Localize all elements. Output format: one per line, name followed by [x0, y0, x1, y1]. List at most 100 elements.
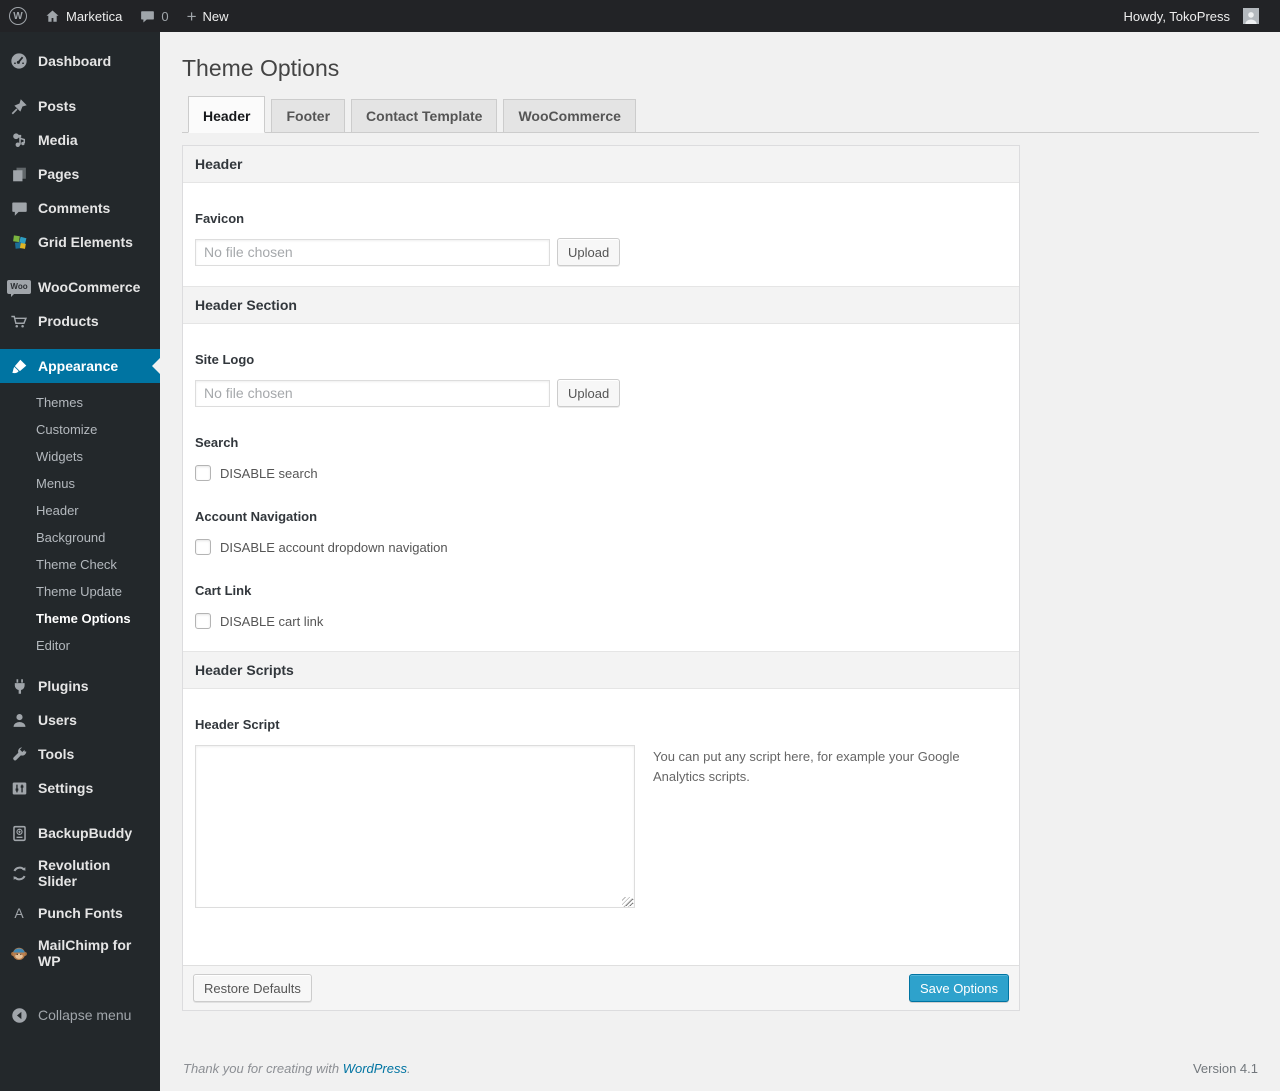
avatar — [1243, 8, 1259, 24]
sidebar-item-settings[interactable]: Settings — [0, 771, 160, 805]
disable-cart-link-checkbox[interactable] — [195, 613, 211, 629]
collapse-menu-button[interactable]: Collapse menu — [0, 998, 160, 1032]
site-logo-upload-button[interactable]: Upload — [557, 379, 621, 407]
favicon-file-input[interactable] — [195, 238, 550, 266]
sidebar-item-products[interactable]: Products — [0, 304, 160, 338]
collapse-menu-label: Collapse menu — [38, 1007, 132, 1023]
comments-icon — [9, 198, 29, 218]
collapse-arrow-icon — [9, 1005, 29, 1025]
woo-badge-label: Woo — [7, 280, 31, 297]
site-link[interactable]: Marketica — [36, 0, 131, 32]
admin-menu: Dashboard Posts Media Pages Comments Gri… — [0, 32, 160, 1091]
backupbuddy-icon — [9, 823, 29, 843]
submenu-item-theme-update[interactable]: Theme Update — [0, 578, 160, 605]
page-footer: Thank you for creating with WordPress. V… — [182, 1061, 1258, 1076]
sidebar-item-label: Appearance — [38, 358, 119, 374]
sidebar-item-users[interactable]: Users — [0, 703, 160, 737]
sidebar-item-posts[interactable]: Posts — [0, 89, 160, 123]
sidebar-item-label: Settings — [38, 780, 94, 796]
admin-bar-left: W Marketica 0 + New — [0, 0, 238, 32]
plus-icon: + — [186, 6, 197, 26]
sidebar-item-revolution-slider[interactable]: Revolution Slider — [0, 850, 160, 896]
submenu-item-header[interactable]: Header — [0, 497, 160, 524]
tab-woocommerce[interactable]: WooCommerce — [503, 99, 636, 132]
settings-icon — [9, 778, 29, 798]
thanks-prefix: Thank you for creating with — [183, 1061, 340, 1076]
search-field: Search DISABLE search — [183, 435, 1019, 481]
media-icon — [9, 130, 29, 150]
tab-header[interactable]: Header — [188, 96, 266, 133]
sidebar-item-label: Pages — [38, 166, 80, 182]
new-label: New — [202, 8, 229, 24]
disable-search-label: DISABLE search — [220, 465, 318, 481]
submenu-item-widgets[interactable]: Widgets — [0, 443, 160, 470]
home-icon — [45, 9, 60, 24]
sidebar-item-label: Posts — [38, 98, 77, 114]
account-navigation-field: Account Navigation DISABLE account dropd… — [183, 509, 1019, 555]
site-logo-field: Site Logo Upload — [183, 352, 1019, 407]
wp-logo-menu[interactable]: W — [0, 0, 36, 32]
letter-a-glyph: A — [14, 905, 24, 921]
submenu-item-menus[interactable]: Menus — [0, 470, 160, 497]
pages-icon — [9, 164, 29, 184]
sidebar-item-label: Users — [38, 712, 77, 728]
thanks-suffix: . — [407, 1061, 411, 1076]
site-logo-file-input[interactable] — [195, 379, 550, 407]
sidebar-item-label: Comments — [38, 200, 111, 216]
revolution-slider-icon — [9, 863, 29, 883]
sidebar-item-comments[interactable]: Comments — [0, 191, 160, 225]
submenu-item-background[interactable]: Background — [0, 524, 160, 551]
sidebar-item-media[interactable]: Media — [0, 123, 160, 157]
pushpin-icon — [9, 96, 29, 116]
my-account-menu[interactable]: Howdy, TokoPress — [1115, 0, 1268, 32]
disable-search-checkbox[interactable] — [195, 465, 211, 481]
new-content-menu[interactable]: + New — [178, 0, 238, 32]
sidebar-item-punch-fonts[interactable]: A Punch Fonts — [0, 896, 160, 930]
sidebar-item-appearance[interactable]: Appearance — [0, 349, 160, 383]
dashboard-icon — [9, 51, 29, 71]
disable-account-nav-label: DISABLE account dropdown navigation — [220, 539, 448, 555]
tab-footer[interactable]: Footer — [271, 99, 346, 132]
submenu-item-editor[interactable]: Editor — [0, 632, 160, 659]
sidebar-item-label: Punch Fonts — [38, 905, 123, 921]
search-label: Search — [195, 435, 239, 450]
submenu-item-themes[interactable]: Themes — [0, 389, 160, 416]
comments-shortcut[interactable]: 0 — [131, 0, 177, 32]
sidebar-item-label: Products — [38, 313, 99, 329]
sidebar-item-woocommerce[interactable]: Woo WooCommerce — [0, 270, 160, 304]
grid-elements-icon — [9, 232, 29, 252]
page-title: Theme Options — [182, 55, 340, 81]
sidebar-item-label: Plugins — [38, 678, 89, 694]
favicon-upload-button[interactable]: Upload — [557, 238, 621, 266]
tab-contact-template[interactable]: Contact Template — [351, 99, 498, 132]
account-navigation-label: Account Navigation — [195, 509, 318, 524]
cart-icon — [9, 311, 29, 331]
sidebar-item-grid-elements[interactable]: Grid Elements — [0, 225, 160, 259]
submenu-item-theme-check[interactable]: Theme Check — [0, 551, 160, 578]
restore-defaults-button[interactable]: Restore Defaults — [193, 974, 312, 1002]
sidebar-item-pages[interactable]: Pages — [0, 157, 160, 191]
menu-separator — [0, 78, 160, 89]
submenu-item-customize[interactable]: Customize — [0, 416, 160, 443]
cart-link-field: Cart Link DISABLE cart link — [183, 583, 1019, 629]
sidebar-item-dashboard[interactable]: Dashboard — [0, 44, 160, 78]
sidebar-item-label: WooCommerce — [38, 279, 141, 295]
sidebar-item-tools[interactable]: Tools — [0, 737, 160, 771]
sidebar-item-label: Dashboard — [38, 53, 112, 69]
woocommerce-icon: Woo — [7, 277, 31, 297]
wordpress-link[interactable]: WordPress — [343, 1061, 407, 1076]
wordpress-logo-icon: W — [9, 7, 27, 25]
submenu-item-theme-options[interactable]: Theme Options — [0, 605, 160, 632]
sidebar-item-label: Revolution Slider — [38, 857, 111, 889]
tab-bar: Header Footer Contact Template WooCommer… — [182, 96, 1259, 133]
sidebar-item-label: Grid Elements — [38, 234, 133, 250]
save-options-button[interactable]: Save Options — [908, 974, 1009, 1002]
sidebar-item-plugins[interactable]: Plugins — [0, 669, 160, 703]
sidebar-item-backupbuddy[interactable]: BackupBuddy — [0, 816, 160, 850]
disable-account-nav-checkbox[interactable] — [195, 539, 211, 555]
sidebar-item-mailchimp[interactable]: MailChimp for WP — [0, 930, 160, 976]
appearance-submenu: Themes Customize Widgets Menus Header Ba… — [0, 383, 160, 669]
header-script-textarea[interactable] — [195, 745, 635, 908]
favicon-field: Favicon Upload — [183, 211, 1019, 266]
header-script-label: Header Script — [195, 717, 280, 732]
